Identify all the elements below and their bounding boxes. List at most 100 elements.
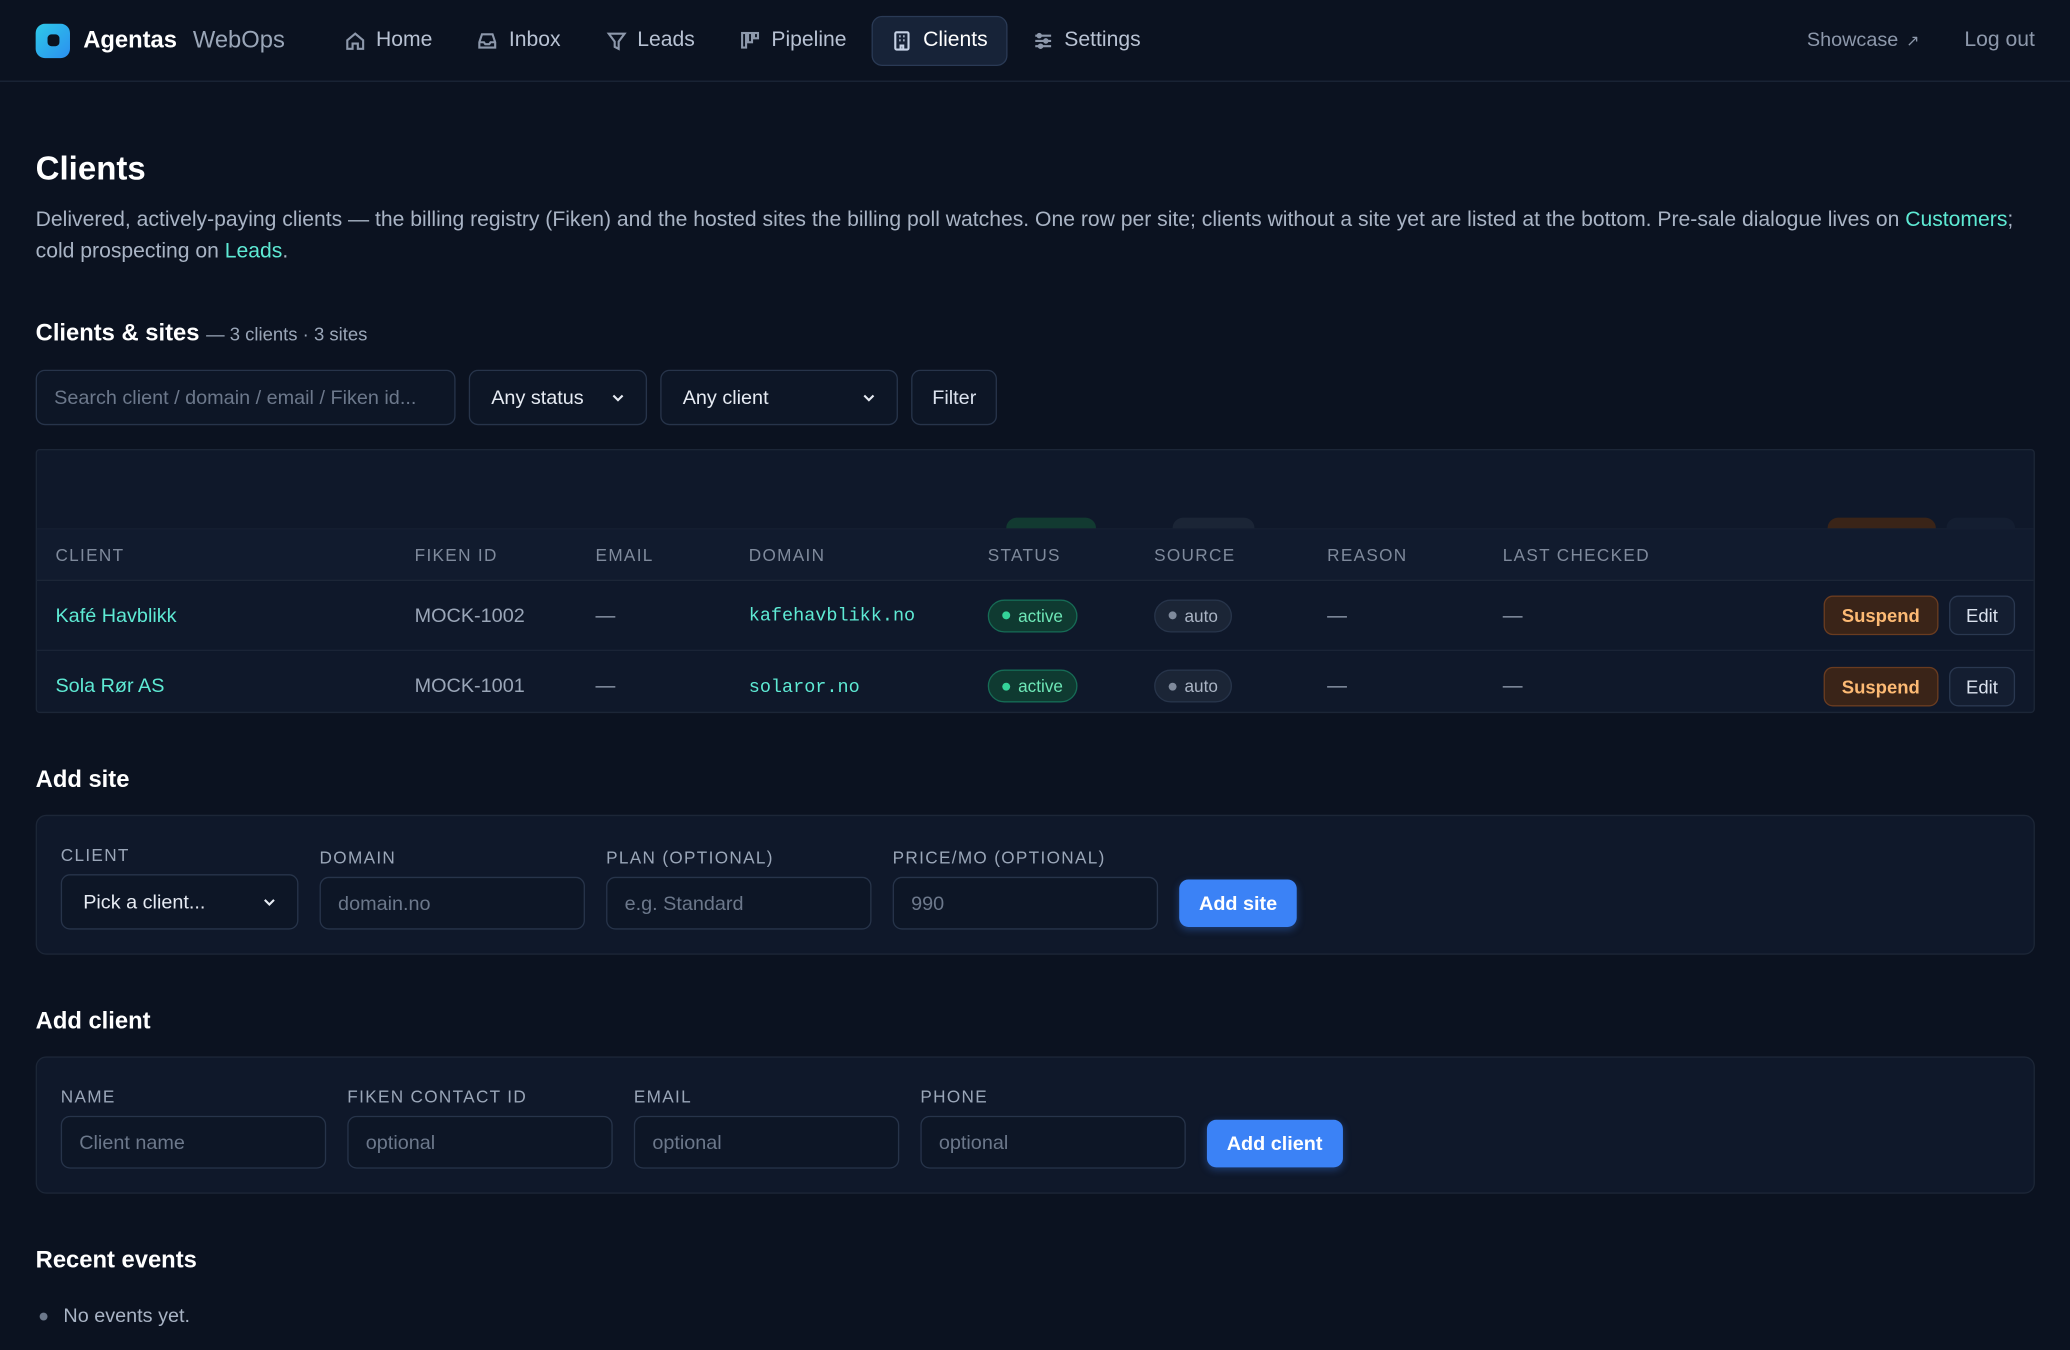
- column-header[interactable]: Domain: [749, 545, 988, 565]
- building-icon: [894, 30, 910, 50]
- email-value: —: [595, 604, 616, 627]
- site-domain-field: Domain: [319, 848, 585, 930]
- email-field[interactable]: [633, 1115, 900, 1169]
- customers-link[interactable]: Customers: [1905, 209, 2007, 231]
- suspend-button-peek: [1827, 517, 1936, 529]
- search-input[interactable]: [35, 369, 456, 426]
- source-dot-icon: [1168, 611, 1177, 620]
- add-client-button[interactable]: Add client: [1206, 1119, 1343, 1168]
- domain-input[interactable]: [319, 876, 585, 930]
- status-dot-icon: [1002, 611, 1011, 620]
- nav-label: Leads: [637, 28, 695, 51]
- nav-item-inbox[interactable]: Inbox: [457, 15, 580, 65]
- client-email-field: Email: [633, 1086, 900, 1169]
- showcase-link[interactable]: Showcase ↗: [1807, 29, 1920, 51]
- source-pill-peek: [1172, 517, 1255, 529]
- nav-item-home[interactable]: Home: [324, 15, 452, 65]
- main-nav: Home Inbox Leads Pipeline Clients Settin…: [324, 15, 1161, 66]
- table-row: Sola Rør AS MOCK-1001 — solaror.no activ…: [37, 651, 2034, 712]
- suspend-button[interactable]: Suspend: [1823, 595, 1939, 636]
- fiken-contact-input[interactable]: [347, 1115, 613, 1169]
- status-select-value: Any status: [491, 386, 584, 409]
- field-label: Price/mo (optional): [892, 847, 1106, 868]
- external-link-icon: ↗: [1906, 31, 1920, 50]
- column-header[interactable]: Source: [1154, 545, 1327, 565]
- leads-link[interactable]: Leads: [225, 240, 283, 262]
- phone-field[interactable]: [920, 1115, 1186, 1169]
- recent-events-title: Recent events: [35, 1246, 197, 1273]
- domain-value: kafehavblikk.no: [748, 606, 916, 628]
- nav-item-settings[interactable]: Settings: [1013, 15, 1161, 65]
- last-checked-value: —: [1502, 674, 1523, 698]
- fiken-id: MOCK-1002: [414, 604, 525, 627]
- nav-item-leads[interactable]: Leads: [586, 15, 715, 65]
- reason-value: —: [1327, 604, 1347, 627]
- site-plan-field: Plan (optional): [606, 848, 872, 930]
- logout-link[interactable]: Log out: [1964, 28, 2035, 52]
- field-label: Email: [633, 1086, 692, 1107]
- table-header: Client Fiken ID Email Domain Status Sour…: [36, 529, 2034, 582]
- edit-button[interactable]: Edit: [1948, 666, 2016, 706]
- column-header[interactable]: Last checked: [1503, 545, 1809, 565]
- client-name-input[interactable]: [60, 1115, 327, 1169]
- nav-label: Settings: [1064, 28, 1141, 51]
- field-label: Fiken contact ID: [347, 1086, 528, 1107]
- add-site-button[interactable]: Add site: [1179, 879, 1297, 927]
- kanban-icon: [741, 31, 760, 48]
- field-label: Name: [60, 1086, 116, 1107]
- column-header[interactable]: Status: [988, 545, 1154, 565]
- status-pill-peek: [1006, 517, 1097, 529]
- status-text: active: [1018, 605, 1063, 626]
- site-client-select[interactable]: Pick a client...: [60, 874, 299, 930]
- inbox-icon: [478, 32, 497, 48]
- client-link[interactable]: Sola Rør AS: [55, 675, 164, 697]
- column-header[interactable]: Email: [596, 545, 749, 565]
- column-header[interactable]: Client: [37, 545, 415, 565]
- events-list: No events yet.: [36, 1305, 2035, 1327]
- nav-right: Showcase ↗ Log out: [1807, 28, 2035, 52]
- plan-input[interactable]: [606, 876, 872, 930]
- source-badge: auto: [1154, 669, 1233, 703]
- edit-button[interactable]: Edit: [1948, 595, 2016, 636]
- last-checked-value: —: [1502, 604, 1523, 627]
- status-dot-icon: [1002, 682, 1011, 690]
- bullet-icon: [39, 1311, 48, 1320]
- client-select[interactable]: Any client: [660, 369, 898, 426]
- suspend-button[interactable]: Suspend: [1823, 666, 1939, 706]
- add-client-title: Add client: [35, 1007, 151, 1034]
- field-label: Phone: [920, 1086, 989, 1107]
- nav-item-clients[interactable]: Clients: [871, 15, 1008, 66]
- status-select[interactable]: Any status: [468, 369, 648, 426]
- main-content: Clients Delivered, actively-paying clien…: [0, 151, 2070, 1328]
- field-label: Client: [60, 845, 130, 865]
- site-price-field: Price/mo (optional): [892, 847, 1159, 930]
- top-nav: Agentas WebOps Home Inbox Leads Pipeline: [0, 0, 2070, 82]
- filter-button[interactable]: Filter: [911, 369, 998, 426]
- column-header[interactable]: Fiken ID: [415, 545, 596, 565]
- reason-value: —: [1327, 674, 1347, 698]
- source-text: auto: [1184, 605, 1218, 626]
- brand-name: Agentas: [83, 26, 177, 53]
- column-header[interactable]: Reason: [1327, 545, 1503, 565]
- brand[interactable]: Agentas WebOps: [35, 23, 285, 58]
- status-text: active: [1018, 676, 1063, 696]
- status-badge: active: [987, 669, 1078, 703]
- filter-icon: [606, 31, 627, 50]
- domain-value: solaror.no: [748, 676, 860, 698]
- nav-label: Pipeline: [771, 28, 847, 51]
- page-title: Clients: [35, 150, 146, 188]
- add-site-title: Add site: [35, 765, 130, 793]
- source-dot-icon: [1168, 682, 1177, 690]
- nav-item-pipeline[interactable]: Pipeline: [720, 15, 866, 65]
- source-badge: auto: [1154, 598, 1233, 632]
- price-input[interactable]: [892, 876, 1159, 930]
- nav-label: Clients: [923, 28, 988, 51]
- site-client-value: Pick a client...: [83, 890, 206, 914]
- clients-table: Client Fiken ID Email Domain Status Sour…: [35, 448, 2035, 714]
- client-name-field: Name: [60, 1086, 327, 1169]
- client-link[interactable]: Kafé Havblikk: [55, 604, 176, 626]
- edit-button-peek: [1946, 517, 2016, 529]
- table-row: Kafé Havblikk MOCK-1002 — kafehavblikk.n…: [36, 581, 2034, 652]
- sliders-icon: [1035, 32, 1052, 49]
- client-select-value: Any client: [682, 386, 769, 409]
